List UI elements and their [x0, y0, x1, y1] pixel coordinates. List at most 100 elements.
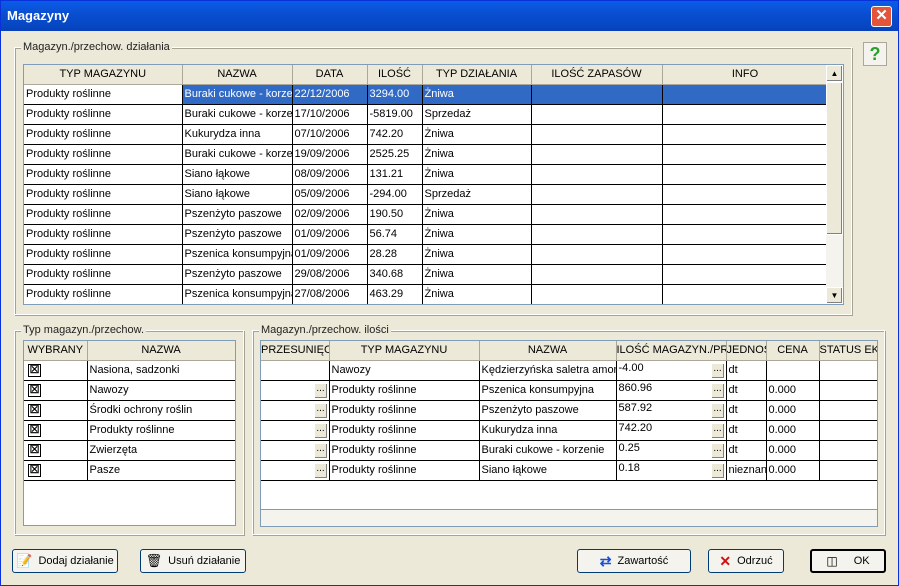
col-header-2[interactable]: NAZWA — [479, 341, 617, 361]
checkbox-checked-icon[interactable]: ☒ — [28, 463, 41, 477]
table-cell[interactable] — [531, 124, 663, 145]
cell-price[interactable]: 0.000 — [766, 460, 820, 481]
table-cell[interactable]: 17/10/2006 — [292, 104, 368, 125]
table-cell[interactable] — [662, 244, 829, 265]
table-cell[interactable]: Siano łąkowe — [182, 164, 293, 185]
cell-unit[interactable]: dt — [726, 360, 767, 381]
col-header-4[interactable]: TYP DZIAŁANIA — [422, 65, 532, 85]
table-cell[interactable] — [531, 184, 663, 205]
cell-eco[interactable] — [819, 440, 877, 461]
table-cell[interactable]: Żniwa — [422, 144, 532, 165]
table-cell[interactable]: 01/09/2006 — [292, 244, 368, 265]
checkbox-checked-icon[interactable]: ☒ — [28, 443, 41, 457]
table-cell[interactable]: 190.50 — [367, 204, 423, 225]
table-cell[interactable]: Produkty roślinne — [24, 264, 183, 285]
table-row[interactable]: Produkty roślinne Kukurydza inna 07/10/200… — [24, 124, 829, 145]
table-row[interactable]: Produkty roślinne Pszenżyto paszowe 29/08/… — [24, 264, 829, 285]
cell-move[interactable]: ... — [261, 400, 330, 421]
table-cell[interactable]: Pszenżyto paszowe — [182, 204, 293, 225]
table-cell[interactable]: Sprzedaż — [422, 104, 532, 125]
table-cell[interactable]: 3294.00 — [367, 84, 423, 105]
table-cell[interactable]: 463.29 — [367, 284, 423, 304]
cell-move[interactable]: ... — [261, 420, 330, 441]
table-row[interactable]: ... Produkty roślinne Pszenica konsumpyjna… — [261, 380, 877, 401]
col-header-1[interactable]: NAZWA — [182, 65, 293, 85]
table-cell[interactable]: Produkty roślinne — [24, 104, 183, 125]
table-cell[interactable]: Żniwa — [422, 244, 532, 265]
ok-button[interactable]: ◫ OK — [810, 549, 886, 573]
table-cell[interactable] — [531, 164, 663, 185]
cell-name[interactable]: Siano łąkowe — [479, 460, 617, 481]
table-cell[interactable] — [662, 204, 829, 225]
qty-ellipsis-button[interactable]: ... — [710, 442, 725, 459]
table-cell[interactable]: Żniwa — [422, 264, 532, 285]
cell-qty[interactable]: 742.20... — [616, 420, 727, 441]
table-cell[interactable] — [662, 224, 829, 245]
checkbox-checked-icon[interactable]: ☒ — [28, 363, 41, 377]
table-cell[interactable]: 07/10/2006 — [292, 124, 368, 145]
table-cell[interactable]: Żniwa — [422, 124, 532, 145]
cell-move[interactable]: ... — [261, 440, 330, 461]
table-row[interactable]: ... Produkty roślinne Siano łąkowe 0.18... n… — [261, 460, 877, 481]
cell-move[interactable]: ... — [261, 380, 330, 401]
table-cell[interactable]: Siano łąkowe — [182, 184, 293, 205]
table-cell[interactable] — [662, 104, 829, 125]
cell-type[interactable]: Produkty roślinne — [329, 380, 480, 401]
table-cell[interactable]: Sprzedaż — [422, 184, 532, 205]
table-cell[interactable] — [531, 224, 663, 245]
table-cell[interactable]: Produkty roślinne — [24, 144, 183, 165]
col-header-1[interactable]: TYP MAGAZYNU — [329, 341, 480, 361]
qty-ellipsis-button[interactable]: ... — [710, 382, 725, 399]
cell-name[interactable]: Buraki cukowe - korzenie — [479, 440, 617, 461]
cell-eco[interactable] — [819, 360, 877, 381]
list-item[interactable]: ☒ Środki ochrony roślin — [24, 400, 235, 421]
qty-ellipsis-button[interactable]: ... — [710, 422, 725, 439]
table-cell[interactable] — [531, 204, 663, 225]
col-header-0[interactable]: PRZESUNIĘCIE — [261, 341, 330, 361]
table-row[interactable]: Produkty roślinne Siano łąkowe 05/09/2006-… — [24, 184, 829, 205]
table-row[interactable]: ... Produkty roślinne Pszenżyto paszowe 587… — [261, 400, 877, 421]
checkbox-cell[interactable]: ☒ — [24, 360, 88, 381]
col-header-6[interactable]: INFO — [662, 65, 829, 85]
list-item[interactable]: ☒ Nawozy — [24, 380, 235, 401]
checkbox-checked-icon[interactable]: ☒ — [28, 403, 41, 417]
list-item[interactable]: ☒ Pasze — [24, 460, 235, 481]
table-cell[interactable]: 742.20 — [367, 124, 423, 145]
table-cell[interactable] — [531, 104, 663, 125]
checkbox-cell[interactable]: ☒ — [24, 380, 88, 401]
col-header-3[interactable]: ILOŚĆ MAGAZYN./PRZECHOW. — [616, 341, 727, 361]
cell-price[interactable] — [766, 360, 820, 381]
table-cell[interactable] — [662, 124, 829, 145]
table-cell[interactable]: Produkty roślinne — [24, 164, 183, 185]
table-cell[interactable] — [662, 84, 829, 105]
table-cell[interactable] — [531, 84, 663, 105]
table-cell[interactable]: -5819.00 — [367, 104, 423, 125]
checkbox-cell[interactable]: ☒ — [24, 440, 88, 461]
cell-eco[interactable] — [819, 380, 877, 401]
table-cell[interactable]: 02/09/2006 — [292, 204, 368, 225]
table-row[interactable]: Produkty roślinne Pszenica konsumpyjna 01/… — [24, 244, 829, 265]
col-header-6[interactable]: STATUS EKOLOGICZNY — [819, 341, 877, 361]
col-header-5[interactable]: CENA — [766, 341, 820, 361]
cell-eco[interactable] — [819, 420, 877, 441]
cell-type[interactable]: Produkty roślinne — [329, 400, 480, 421]
table-cell[interactable]: 05/09/2006 — [292, 184, 368, 205]
remove-action-button[interactable]: 🗑 Usuń działanie — [140, 549, 246, 573]
cell-unit[interactable]: nieznany — [726, 460, 767, 481]
cell-eco[interactable] — [819, 400, 877, 421]
table-cell[interactable] — [531, 264, 663, 285]
table-row[interactable]: Produkty roślinne Siano łąkowe 08/09/2006 1… — [24, 164, 829, 185]
close-button[interactable]: ✕ — [871, 6, 892, 27]
move-ellipsis-button[interactable]: ... — [313, 382, 328, 399]
cancel-button[interactable]: ✕ Odrzuć — [708, 549, 784, 573]
col-header-0[interactable]: TYP MAGAZYNU — [24, 65, 183, 85]
table-cell[interactable]: Żniwa — [422, 284, 532, 304]
table-cell[interactable] — [662, 284, 829, 304]
col-header-0[interactable]: WYBRANY — [24, 341, 88, 361]
qty-ellipsis-button[interactable]: ... — [710, 362, 725, 379]
table-row[interactable]: Produkty roślinne Pszenica konsumpyjna 27/… — [24, 284, 829, 304]
col-header-1[interactable]: NAZWA — [87, 341, 235, 361]
cell-name[interactable]: Pszenica konsumpyjna — [479, 380, 617, 401]
cell-eco[interactable] — [819, 460, 877, 481]
cell-unit[interactable]: dt — [726, 420, 767, 441]
